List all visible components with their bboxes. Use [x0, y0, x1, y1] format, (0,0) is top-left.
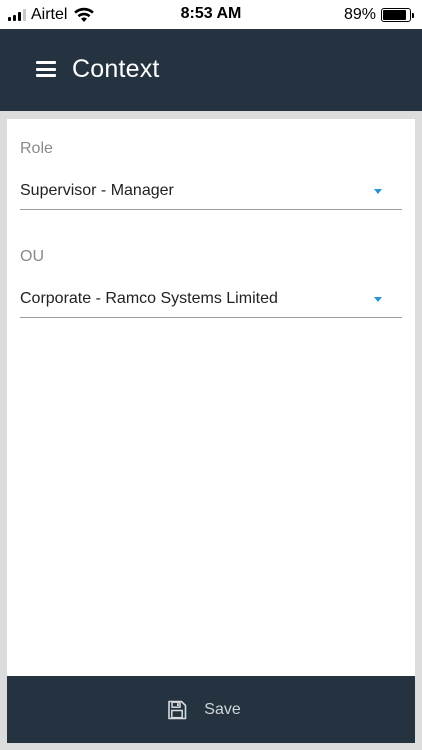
ou-dropdown[interactable]: Corporate - Ramco Systems Limited [20, 288, 402, 318]
status-bar-right: 89% [344, 6, 414, 24]
status-bar: Airtel 8:53 AM 89% [0, 0, 422, 29]
role-field: Role Supervisor - Manager [20, 140, 402, 210]
chevron-down-icon[interactable] [374, 189, 382, 194]
context-form-card: Role Supervisor - Manager OU Corporate -… [7, 119, 415, 679]
role-dropdown[interactable]: Supervisor - Manager [20, 180, 402, 210]
app-bar: Context [0, 29, 422, 111]
role-value: Supervisor - Manager [20, 182, 174, 199]
battery-level [383, 10, 407, 20]
chevron-down-icon[interactable] [374, 297, 382, 302]
save-button[interactable]: Save [7, 676, 415, 743]
battery-icon [381, 8, 411, 22]
ou-label: OU [20, 248, 44, 265]
hamburger-menu-icon[interactable] [36, 61, 56, 77]
ou-value: Corporate - Ramco Systems Limited [20, 290, 278, 307]
floppy-disk-icon [168, 700, 187, 719]
save-label: Save [204, 700, 241, 718]
ou-field: OU Corporate - Ramco Systems Limited [20, 248, 402, 318]
battery-percent: 89% [343, 6, 376, 23]
content-frame: Role Supervisor - Manager OU Corporate -… [0, 111, 422, 750]
page-title: Context [72, 55, 160, 83]
role-label: Role [20, 140, 53, 157]
battery-tip [412, 12, 414, 18]
